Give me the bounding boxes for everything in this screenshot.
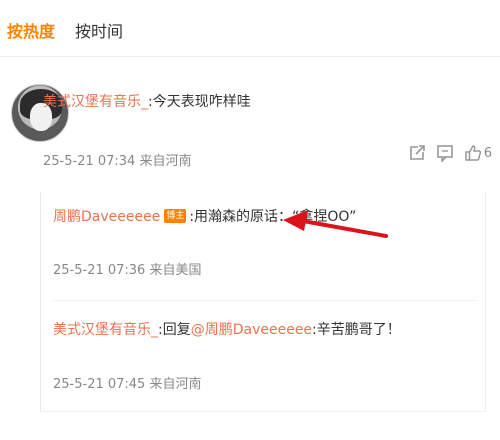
sort-tabs: 按热度 按时间 — [7, 18, 123, 42]
tab-by-hot[interactable]: 按热度 — [7, 18, 55, 42]
like-count: 6 — [483, 145, 492, 161]
reply-item: 美式汉堡有音乐_:回复@周鹏Daveeeeee:辛苦鹏哥了！ — [53, 319, 401, 339]
comment-username[interactable]: 美式汉堡有音乐_ — [43, 94, 148, 110]
red-arrow-annotation — [283, 210, 388, 238]
reply-mention[interactable]: @周鹏Daveeeeee — [191, 322, 312, 338]
comment-text: :今天表现咋样哇 — [148, 94, 251, 110]
main-comment: 美式汉堡有音乐_:今天表现咋样哇 — [43, 91, 251, 111]
reply-timestamp: 25-5-21 07:45 来自河南 — [53, 377, 202, 392]
comment-actions: 6 — [408, 144, 492, 162]
reply-thread: 周鹏Daveeeeee 博主 :用瀚森的原话：“拿捏OO” 25-5-21 07… — [40, 192, 486, 412]
share-icon[interactable] — [408, 144, 426, 162]
comment-timestamp: 25-5-21 07:34 来自河南 — [43, 154, 192, 169]
thumbs-up-icon — [464, 144, 482, 162]
tabs-divider — [0, 56, 500, 57]
comment-icon[interactable] — [436, 144, 454, 162]
tab-by-time[interactable]: 按时间 — [75, 18, 123, 42]
reply-text-suffix: :辛苦鹏哥了！ — [312, 322, 401, 338]
reply-text-prefix: :回复 — [158, 322, 191, 338]
reply-divider — [53, 300, 477, 301]
like-button[interactable]: 6 — [464, 144, 492, 162]
reply-username[interactable]: 美式汉堡有音乐_ — [53, 322, 158, 338]
author-badge: 博主 — [164, 209, 187, 223]
reply-username[interactable]: 周鹏Daveeeeee — [53, 206, 160, 226]
reply-timestamp: 25-5-21 07:36 来自美国 — [53, 263, 202, 278]
